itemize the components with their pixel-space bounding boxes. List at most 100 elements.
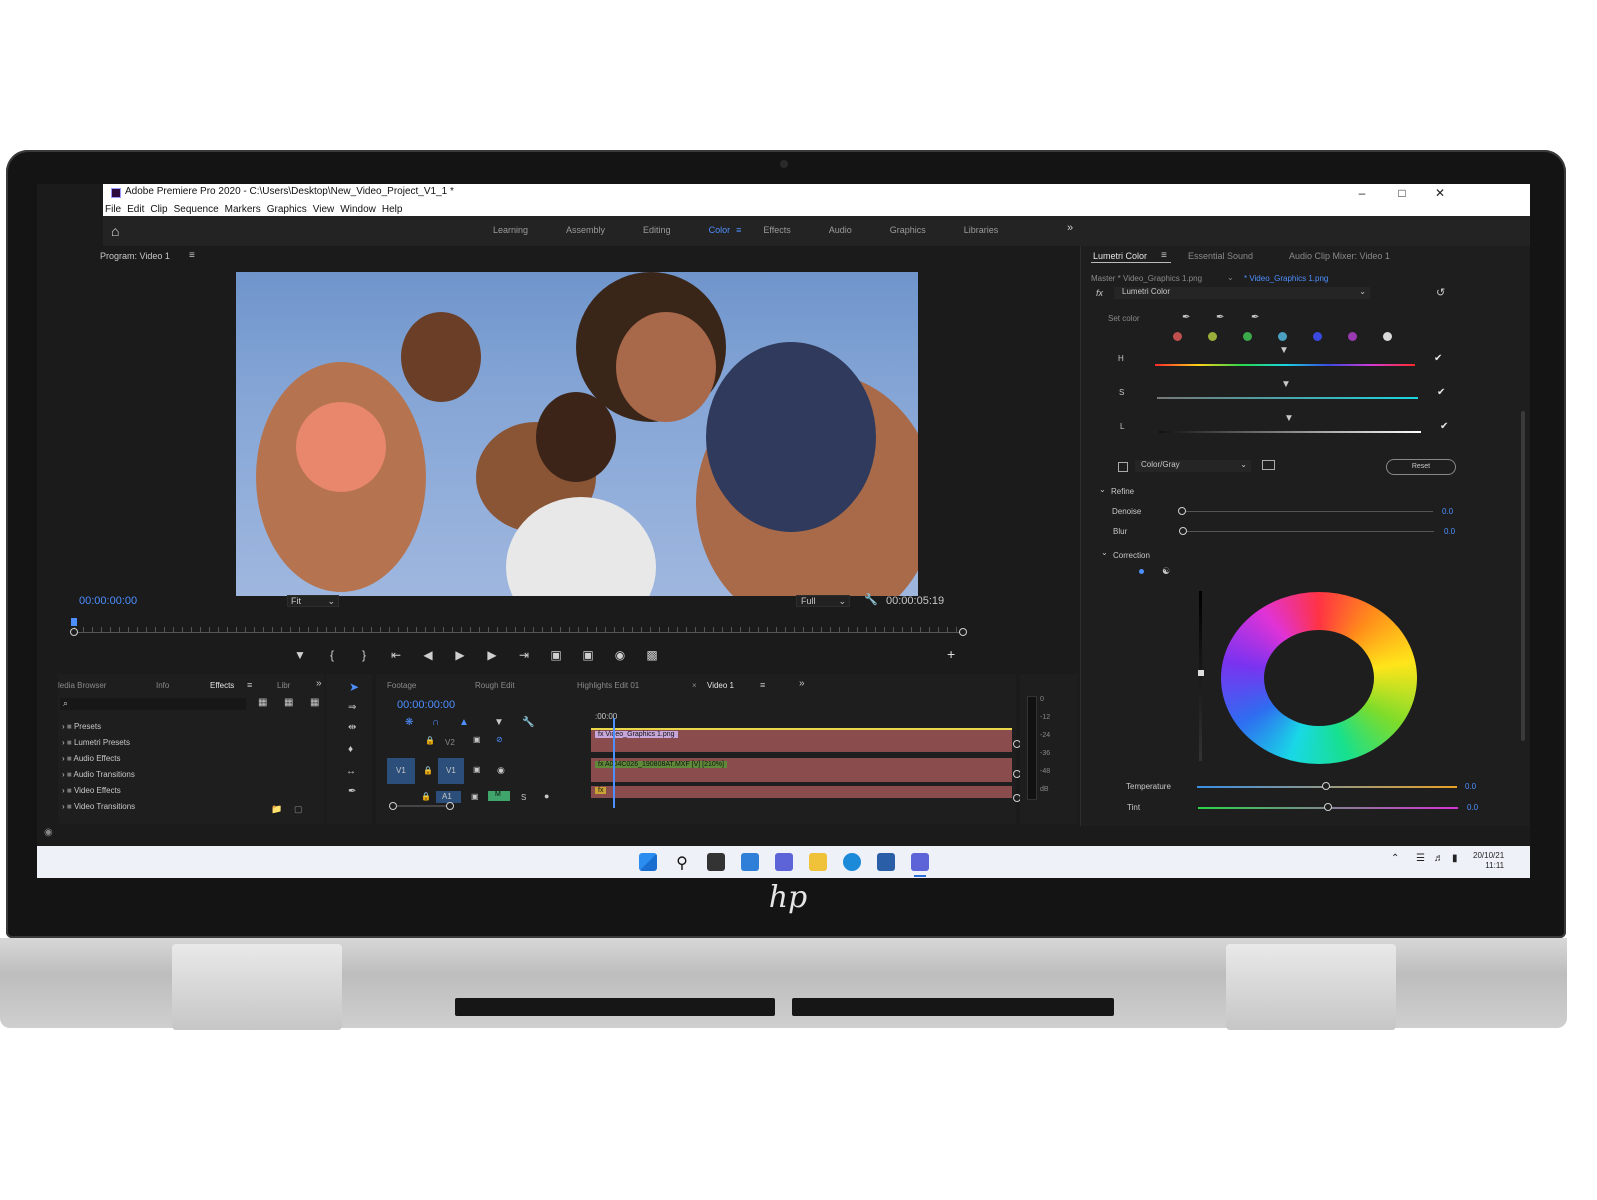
sync-lock-icon[interactable]: ▣ bbox=[471, 792, 479, 801]
zoom-end-handle[interactable] bbox=[446, 802, 454, 810]
effects-tree-item[interactable]: › ■ Audio Effects bbox=[62, 754, 121, 763]
tint-knob[interactable] bbox=[1324, 803, 1332, 811]
denoise-value[interactable]: 0.0 bbox=[1442, 507, 1453, 516]
microphone-icon[interactable]: ● bbox=[544, 791, 549, 801]
eye-icon[interactable]: ◉ bbox=[497, 765, 505, 776]
blur-slider[interactable] bbox=[1184, 531, 1434, 532]
temperature-knob[interactable] bbox=[1322, 782, 1330, 790]
chevron-down-icon[interactable]: ⌄ bbox=[1101, 548, 1108, 557]
fit-dropdown[interactable]: Fit ⌄ bbox=[287, 595, 339, 607]
tab-libraries-panel[interactable]: Libr bbox=[277, 681, 290, 690]
luma-handle[interactable] bbox=[1198, 670, 1204, 676]
lock-icon[interactable]: 🔒 bbox=[421, 792, 431, 801]
track-v1-header[interactable]: V1 bbox=[438, 758, 464, 784]
lock-icon[interactable]: 🔒 bbox=[425, 736, 435, 745]
selection-tool-icon[interactable]: ➤ bbox=[349, 680, 359, 694]
menu-edit[interactable]: Edit bbox=[127, 204, 144, 215]
timeline-settings-icon[interactable]: 🔧 bbox=[522, 717, 534, 728]
camera-icon[interactable]: ◉ bbox=[604, 648, 636, 662]
menu-help[interactable]: Help bbox=[382, 204, 403, 215]
close-tab-icon[interactable]: × bbox=[692, 681, 697, 690]
compare-icon[interactable]: ▩ bbox=[636, 648, 668, 662]
go-to-in-icon[interactable]: ⇤ bbox=[380, 648, 412, 662]
add-marker-icon[interactable]: ▼ bbox=[494, 717, 504, 728]
eyedropper-add-icon[interactable]: ✒ bbox=[1216, 312, 1224, 323]
color-swatch[interactable] bbox=[1173, 332, 1182, 341]
hue-slider[interactable] bbox=[1155, 364, 1415, 366]
effects-menu-icon[interactable]: ≡ bbox=[247, 680, 252, 690]
color-swatch[interactable] bbox=[1348, 332, 1357, 341]
tab-audio-clip-mixer[interactable]: Audio Clip Mixer: Video 1 bbox=[1289, 251, 1390, 261]
effects-tree-item[interactable]: › ■ Video Effects bbox=[62, 786, 121, 795]
system-clock[interactable]: 20/10/21 11:11 bbox=[1473, 851, 1504, 871]
timeline-timecode[interactable]: 00:00:00:00 bbox=[397, 699, 455, 711]
menu-file[interactable]: File bbox=[105, 204, 121, 215]
menu-clip[interactable]: Clip bbox=[150, 204, 167, 215]
sync-lock-icon[interactable]: ▣ bbox=[473, 735, 481, 744]
solo-button[interactable]: S bbox=[521, 793, 526, 802]
razor-tool-icon[interactable]: ♦ bbox=[348, 744, 353, 755]
tab-effects-panel[interactable]: Effects bbox=[210, 681, 234, 690]
ripple-edit-tool-icon[interactable]: ⇹ bbox=[348, 722, 356, 733]
battery-icon[interactable]: ▮ bbox=[1452, 853, 1458, 864]
hue-handle-icon[interactable]: ▼ bbox=[1279, 345, 1289, 356]
luminance-slider[interactable] bbox=[1159, 431, 1421, 433]
home-icon[interactable]: ⌂ bbox=[111, 224, 125, 238]
program-timecode[interactable]: 00:00:00:00 bbox=[79, 595, 137, 607]
blur-knob[interactable] bbox=[1179, 527, 1187, 535]
effects-tree-item[interactable]: › ■ Presets bbox=[62, 722, 101, 731]
speaker-icon[interactable]: ♬ bbox=[1434, 853, 1444, 864]
tab-audio[interactable]: Audio bbox=[829, 225, 852, 235]
task-view-icon[interactable] bbox=[707, 853, 725, 871]
tab-lumetri-color[interactable]: Lumetri Color bbox=[1093, 251, 1147, 261]
lumetri-scrollbar[interactable] bbox=[1521, 411, 1525, 741]
eyedropper-subtract-icon[interactable]: ✒ bbox=[1251, 312, 1259, 323]
lock-icon[interactable]: 🔒 bbox=[423, 766, 433, 775]
close-icon[interactable]: ✕ bbox=[1431, 186, 1449, 200]
eyedropper-icon[interactable]: ✒ bbox=[1182, 312, 1190, 323]
workspace-overflow-icon[interactable]: » bbox=[1067, 222, 1073, 234]
timeline-playhead[interactable] bbox=[613, 718, 615, 808]
tab-highlights-edit[interactable]: Highlights Edit 01 bbox=[577, 681, 639, 690]
clip-video-graphics[interactable]: fx Video_Graphics 1.png bbox=[591, 728, 1012, 752]
color-wheel[interactable] bbox=[1221, 592, 1417, 764]
timeline-overflow-icon[interactable]: » bbox=[799, 678, 805, 689]
slip-tool-icon[interactable]: ↔ bbox=[346, 766, 356, 777]
saturation-checkbox-icon[interactable]: ✔ bbox=[1437, 387, 1445, 398]
linked-selection-icon[interactable]: ▲ bbox=[459, 717, 469, 728]
in-point-handle[interactable] bbox=[70, 628, 78, 636]
timeline-menu-icon[interactable]: ≡ bbox=[760, 680, 765, 690]
effect-dropdown[interactable]: Lumetri Color ⌄ bbox=[1114, 287, 1370, 299]
32bit-effects-icon[interactable]: ▦ bbox=[284, 697, 293, 708]
edge-icon[interactable] bbox=[843, 853, 861, 871]
lumetri-menu-icon[interactable]: ≡ bbox=[1161, 250, 1167, 261]
correction-section-label[interactable]: Correction bbox=[1113, 551, 1150, 560]
tab-effects[interactable]: Effects bbox=[763, 225, 790, 235]
color-swatch[interactable] bbox=[1383, 332, 1392, 341]
chevron-down-icon[interactable]: ⌄ bbox=[1227, 273, 1234, 282]
wrench-icon[interactable]: 🔧 bbox=[864, 593, 878, 606]
reset-button[interactable]: Reset bbox=[1386, 459, 1456, 475]
color-swatch[interactable] bbox=[1208, 332, 1217, 341]
chat-icon[interactable] bbox=[775, 853, 793, 871]
refine-section-label[interactable]: Refine bbox=[1111, 487, 1134, 496]
invert-mask-icon[interactable] bbox=[1262, 460, 1275, 470]
creative-cloud-icon[interactable]: ◉ bbox=[44, 827, 53, 838]
color-swatch[interactable] bbox=[1313, 332, 1322, 341]
sync-lock-icon[interactable]: ▣ bbox=[473, 765, 481, 774]
out-point-handle[interactable] bbox=[959, 628, 967, 636]
blur-value[interactable]: 0.0 bbox=[1444, 527, 1455, 536]
tab-graphics[interactable]: Graphics bbox=[890, 225, 926, 235]
effects-tree-item[interactable]: › ■ Audio Transitions bbox=[62, 770, 135, 779]
teams-icon[interactable] bbox=[911, 853, 929, 871]
effects-tree-item[interactable]: › ■ Lumetri Presets bbox=[62, 738, 130, 747]
tab-color[interactable]: Color bbox=[709, 225, 731, 235]
yuv-effects-icon[interactable]: ▦ bbox=[310, 697, 319, 708]
tab-color-menu-icon[interactable]: ≡ bbox=[736, 225, 741, 235]
tab-editing[interactable]: Editing bbox=[643, 225, 671, 235]
master-clip-label[interactable]: Master * Video_Graphics 1.png bbox=[1091, 274, 1202, 283]
color-swatch[interactable] bbox=[1243, 332, 1252, 341]
tab-essential-sound[interactable]: Essential Sound bbox=[1188, 251, 1253, 261]
active-clip-label[interactable]: * Video_Graphics 1.png bbox=[1244, 274, 1328, 283]
effects-tree-item[interactable]: › ■ Video Transitions bbox=[62, 802, 135, 811]
